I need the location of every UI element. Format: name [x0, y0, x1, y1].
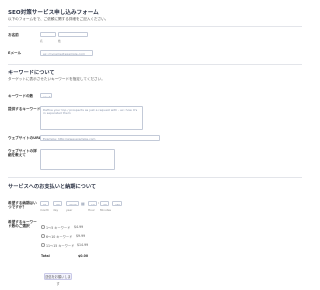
email-input[interactable]: ex: myname@example.com	[40, 50, 93, 56]
submit-button[interactable]: 送信をお願いします	[44, 273, 72, 286]
year-sublabel: year	[66, 207, 73, 212]
time-colon: :	[98, 201, 100, 205]
last-name-input[interactable]	[58, 32, 88, 37]
keyword-section-subtitle: ターゲットに表示させたいキーワードを指定してください。	[8, 77, 105, 81]
form-subtitle: 以下のフォームをで、ご依頼に関する詳細をご記入ください。	[8, 17, 109, 21]
hour-sublabel: Hour	[88, 207, 95, 212]
keyword-section-title: キーワードについて	[8, 70, 55, 76]
total-label: Total	[41, 254, 50, 258]
keyword-count-input[interactable]: ex: 23	[40, 93, 52, 98]
minute-sublabel: Minutes	[100, 207, 112, 212]
payment-section-title: サービスへのお支払いと納期について	[8, 184, 97, 190]
section-divider-1	[8, 64, 302, 65]
website-details-label: ウェブサイトの詳細を教えて	[8, 149, 37, 158]
website-url-input[interactable]: Example: http://www.example.com	[40, 135, 160, 141]
website-details-textarea[interactable]	[40, 149, 115, 170]
package-option-1-label: 1～5 キーワード	[46, 226, 71, 230]
package-option-2-price: $9.99	[76, 234, 86, 238]
ampm-select[interactable]: AM	[112, 201, 122, 206]
day-sublabel: day	[53, 207, 59, 212]
first-name-sublabel: 名	[40, 38, 43, 43]
year-input[interactable]: 2024	[66, 201, 79, 206]
package-option-2-label: 6～10 キーワード	[46, 235, 73, 239]
day-input[interactable]: 30	[53, 201, 62, 206]
package-option-1-price: $4.99	[74, 225, 84, 229]
ampm-value: AM	[115, 203, 120, 206]
name-label: お名前	[8, 33, 19, 37]
hour-value: 10	[91, 203, 95, 206]
keywords-label: 提供するキーワード	[8, 107, 41, 111]
total-value: $0.00	[78, 254, 89, 258]
email-label: Eメール	[8, 51, 22, 55]
minute-select[interactable]: 20	[100, 201, 109, 206]
package-label: 希望するキーワード数のご選択	[8, 220, 37, 229]
package-option-3-label: 11～15 キーワード	[46, 244, 75, 248]
form-title: SEO対策サービス申し込みフォーム	[8, 10, 99, 16]
keywords-textarea[interactable]: Define your top / prospects as just a re…	[40, 106, 143, 130]
calendar-icon[interactable]: ▦	[81, 201, 85, 206]
month-sublabel: month	[40, 207, 50, 212]
delivery-date-label: 希望する納期はいつですか？	[8, 201, 37, 210]
header-divider	[8, 26, 302, 27]
first-name-input[interactable]	[40, 32, 56, 37]
minute-value: 20	[103, 203, 107, 206]
last-name-sublabel: 姓	[58, 38, 61, 43]
package-option-3-price: $14.99	[77, 243, 89, 247]
hour-select[interactable]: 10	[88, 201, 97, 206]
package-radio-2[interactable]	[41, 234, 45, 238]
keyword-count-label: キーワードの数	[8, 94, 34, 98]
package-radio-1[interactable]	[41, 225, 45, 229]
website-url-label: ウェブサイトのURL	[8, 136, 42, 140]
package-radio-3[interactable]	[41, 243, 45, 247]
section-divider-2	[8, 177, 302, 178]
month-input[interactable]: 01	[40, 201, 49, 206]
